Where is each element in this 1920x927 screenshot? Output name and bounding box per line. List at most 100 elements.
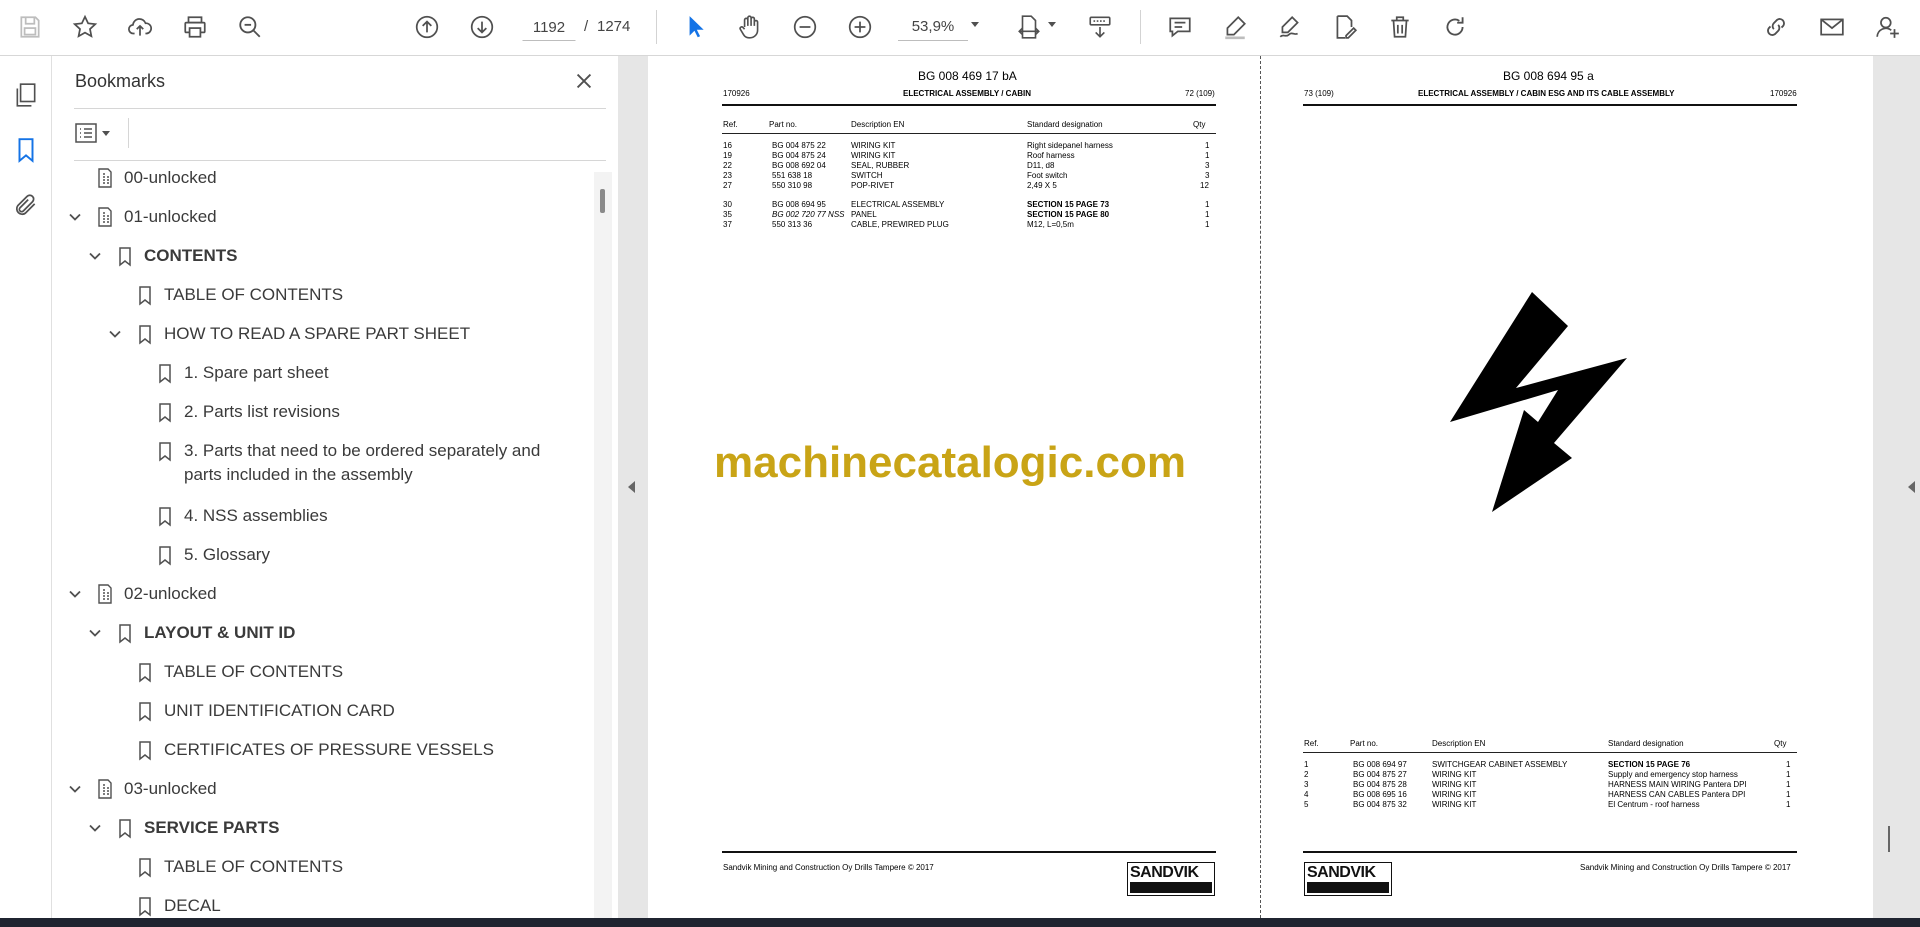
bookmark-item[interactable]: LAYOUT & UNIT ID bbox=[52, 618, 592, 648]
table-cell: 19 bbox=[723, 151, 732, 160]
table-cell: 37 bbox=[723, 220, 732, 229]
table-cell: WIRING KIT bbox=[1432, 780, 1477, 789]
table-cell: WIRING KIT bbox=[851, 141, 896, 150]
table-header: Standard designation bbox=[1027, 120, 1103, 129]
table-cell: 16 bbox=[723, 141, 732, 150]
table-cell: 30 bbox=[723, 200, 732, 209]
bookmark-item[interactable]: 00-unlocked bbox=[52, 163, 592, 193]
bookmark-icon bbox=[159, 442, 171, 462]
table-cell: BG 008 692 04 bbox=[772, 161, 826, 170]
bookmark-options-button[interactable] bbox=[74, 118, 122, 148]
table-cell: 3 bbox=[1304, 780, 1309, 789]
expand-right-panel-button[interactable] bbox=[1877, 56, 1920, 918]
mail-icon[interactable] bbox=[1814, 9, 1850, 45]
chevron-down-icon[interactable] bbox=[68, 210, 82, 224]
highlight-icon[interactable] bbox=[1217, 9, 1253, 45]
bookmark-item[interactable]: 01-unlocked bbox=[52, 202, 592, 232]
document-bookmark-icon bbox=[98, 584, 112, 604]
sandvik-logo: SANDVIK bbox=[1304, 862, 1392, 896]
table-cell: 1 bbox=[1786, 760, 1791, 769]
vertical-scroll-indicator[interactable] bbox=[1888, 826, 1890, 852]
save-icon[interactable] bbox=[12, 9, 48, 45]
zoom-out-icon[interactable] bbox=[787, 9, 823, 45]
page-number-input[interactable] bbox=[522, 13, 576, 41]
print-icon[interactable] bbox=[177, 9, 213, 45]
chevron-down-icon[interactable] bbox=[108, 327, 122, 341]
bookmark-item[interactable]: 2. Parts list revisions bbox=[52, 397, 592, 427]
collapse-left-panel-button[interactable] bbox=[618, 56, 648, 918]
sign-icon[interactable] bbox=[1272, 9, 1308, 45]
table-cell: PANEL bbox=[851, 210, 877, 219]
rotate-icon[interactable] bbox=[1437, 9, 1473, 45]
chevron-down-icon[interactable] bbox=[68, 587, 82, 601]
table-cell: 22 bbox=[723, 161, 732, 170]
hand-icon[interactable] bbox=[732, 9, 768, 45]
chevron-down-icon[interactable] bbox=[88, 626, 102, 640]
bookmark-label: HOW TO READ A SPARE PART SHEET bbox=[164, 324, 471, 343]
pages-thumbnails-icon[interactable] bbox=[8, 77, 44, 113]
bookmark-item[interactable]: 5. Glossary bbox=[52, 540, 592, 570]
panel-divider bbox=[74, 108, 606, 109]
bookmark-item[interactable]: SERVICE PARTS bbox=[52, 813, 592, 843]
edit-document-icon[interactable] bbox=[1327, 9, 1363, 45]
bookmark-item[interactable]: CERTIFICATES OF PRESSURE VESSELS bbox=[52, 735, 592, 765]
table-cell: BG 004 875 24 bbox=[772, 151, 826, 160]
chevron-down-icon[interactable] bbox=[1048, 22, 1056, 27]
bookmark-item[interactable]: UNIT IDENTIFICATION CARD bbox=[52, 696, 592, 726]
bookmark-label: TABLE OF CONTENTS bbox=[164, 285, 344, 304]
bookmark-icon bbox=[139, 325, 151, 345]
bookmark-label: DECAL bbox=[164, 896, 221, 915]
arrow-up-circle-icon[interactable] bbox=[409, 9, 445, 45]
attachment-icon[interactable] bbox=[8, 187, 44, 223]
page-fit-icon[interactable] bbox=[1011, 9, 1047, 45]
bookmark-item[interactable]: 4. NSS assemblies bbox=[52, 501, 592, 531]
comment-icon[interactable] bbox=[1162, 9, 1198, 45]
footer-rule bbox=[722, 851, 1216, 853]
footer-text: Sandvik Mining and Construction Oy Drill… bbox=[1580, 863, 1791, 872]
user-add-icon[interactable] bbox=[1870, 9, 1906, 45]
bookmark-item[interactable]: 02-unlocked bbox=[52, 579, 592, 609]
zoom-level-input[interactable] bbox=[898, 13, 968, 41]
document-bookmark-icon bbox=[98, 168, 112, 188]
scroll-mode-icon[interactable] bbox=[1082, 9, 1118, 45]
panel-divider bbox=[128, 118, 129, 148]
bookmark-item[interactable]: 3. Parts that need to be ordered separat… bbox=[52, 436, 592, 492]
document-bookmark-icon bbox=[98, 207, 112, 227]
upload-icon[interactable] bbox=[122, 9, 158, 45]
bookmark-item[interactable]: TABLE OF CONTENTS bbox=[52, 852, 592, 882]
bookmark-item[interactable]: 1. Spare part sheet bbox=[52, 358, 592, 388]
table-cell: 2 bbox=[1304, 770, 1309, 779]
table-header: Ref. bbox=[723, 120, 738, 129]
trash-icon[interactable] bbox=[1382, 9, 1418, 45]
bookmark-item[interactable]: DECAL bbox=[52, 891, 592, 918]
chevron-down-icon[interactable] bbox=[88, 821, 102, 835]
arrow-down-circle-icon[interactable] bbox=[464, 9, 500, 45]
zoom-in-icon[interactable] bbox=[842, 9, 878, 45]
table-header: Qty bbox=[1774, 739, 1787, 748]
table-cell: 4 bbox=[1304, 790, 1309, 799]
bookmark-item[interactable]: 03-unlocked bbox=[52, 774, 592, 804]
table-cell: CABLE, PREWIRED PLUG bbox=[851, 220, 949, 229]
bookmark-item[interactable]: TABLE OF CONTENTS bbox=[52, 657, 592, 687]
table-header: Part no. bbox=[1350, 739, 1379, 748]
table-cell: 1 bbox=[1786, 800, 1791, 809]
table-cell: WIRING KIT bbox=[1432, 800, 1477, 809]
chevron-down-icon[interactable] bbox=[88, 249, 102, 263]
scrollbar-thumb[interactable] bbox=[600, 189, 605, 213]
cursor-icon[interactable] bbox=[677, 9, 713, 45]
table-cell: Right sidepanel harness bbox=[1027, 141, 1113, 150]
bookmark-label: UNIT IDENTIFICATION CARD bbox=[164, 701, 395, 720]
share-link-icon[interactable] bbox=[1758, 9, 1794, 45]
zoom-search-icon[interactable] bbox=[232, 9, 268, 45]
bookmark-item[interactable]: TABLE OF CONTENTS bbox=[52, 280, 592, 310]
close-icon[interactable] bbox=[570, 67, 598, 95]
bookmark-panel-icon[interactable] bbox=[8, 132, 44, 168]
chevron-down-icon[interactable] bbox=[971, 22, 979, 27]
panel-divider bbox=[74, 160, 606, 161]
table-cell: SECTION 15 PAGE 80 bbox=[1027, 210, 1110, 219]
bookmark-item[interactable]: HOW TO READ A SPARE PART SHEET bbox=[52, 319, 592, 349]
star-icon[interactable] bbox=[67, 9, 103, 45]
bookmark-item[interactable]: CONTENTS bbox=[52, 241, 592, 271]
panel-scrollbar[interactable] bbox=[594, 172, 612, 918]
chevron-down-icon[interactable] bbox=[68, 782, 82, 796]
